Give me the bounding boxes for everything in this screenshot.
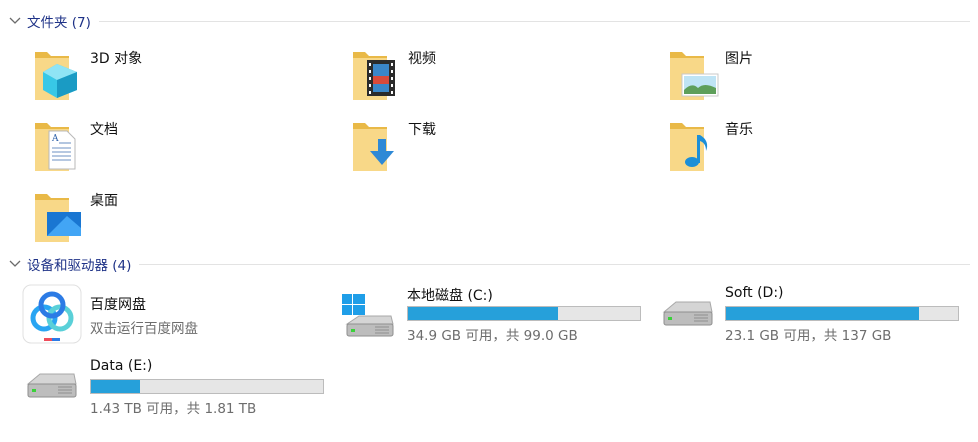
- hard-drive-icon: [24, 370, 78, 414]
- downloads-folder-icon: [351, 117, 399, 177]
- group-divider: [98, 20, 970, 22]
- drive-usage-fill: [408, 307, 559, 320]
- drive-usage-fill: [91, 380, 140, 393]
- drive-usage-bar: [90, 379, 324, 394]
- chevron-down-icon[interactable]: [8, 257, 22, 271]
- app-sublabel: 双击运行百度网盘: [90, 321, 198, 337]
- svg-text:A: A: [51, 134, 59, 144]
- music-folder-icon: [668, 117, 716, 177]
- drive-usage-text: 1.43 TB 可用，共 1.81 TB: [90, 401, 257, 417]
- folder-label: 文档: [90, 122, 118, 138]
- hard-drive-icon: [660, 298, 714, 342]
- app-label: 百度网盘: [90, 297, 146, 313]
- folder-label: 下载: [408, 122, 436, 138]
- folder-label: 音乐: [725, 122, 753, 138]
- baidu-netdisk-app[interactable]: 百度网盘 双击运行百度网盘: [22, 284, 313, 351]
- drive-usage-bar: [407, 306, 641, 321]
- folder-label: 3D 对象: [90, 51, 143, 67]
- documents-folder-icon: A: [33, 117, 81, 177]
- drive-label: Data (E:): [90, 358, 153, 374]
- drive-usage-fill: [726, 307, 919, 320]
- folders-group-title: 文件夹 (7): [27, 15, 91, 31]
- videos-folder-icon: [351, 46, 399, 106]
- drive-d[interactable]: Soft (D:) 23.1 GB 可用，共 137 GB: [662, 285, 968, 349]
- drive-label: 本地磁盘 (C:): [407, 288, 493, 304]
- folder-documents[interactable]: A 文档: [33, 117, 273, 181]
- drive-c[interactable]: 本地磁盘 (C:) 34.9 GB 可用，共 99.0 GB: [342, 285, 650, 349]
- folder-music[interactable]: 音乐: [668, 117, 908, 181]
- drive-usage-text: 23.1 GB 可用，共 137 GB: [725, 328, 892, 344]
- chevron-down-icon[interactable]: [8, 14, 22, 28]
- folder-label: 视频: [408, 51, 436, 67]
- folder-label: 桌面: [90, 193, 118, 209]
- folder-downloads[interactable]: 下载: [351, 117, 591, 181]
- folders-group-header[interactable]: 文件夹 (7): [8, 10, 970, 32]
- 3d-objects-folder-icon: [33, 46, 81, 106]
- devices-group-title: 设备和驱动器 (4): [27, 258, 132, 274]
- folder-desktop[interactable]: 桌面: [33, 188, 273, 252]
- baidu-netdisk-icon: [22, 284, 82, 348]
- pictures-folder-icon: [668, 46, 720, 106]
- drive-label: Soft (D:): [725, 285, 784, 301]
- windows-drive-icon: [341, 294, 395, 344]
- group-divider: [139, 263, 970, 265]
- drive-usage-text: 34.9 GB 可用，共 99.0 GB: [407, 328, 578, 344]
- folder-3d-objects[interactable]: 3D 对象: [33, 46, 273, 110]
- drive-e[interactable]: Data (E:) 1.43 TB 可用，共 1.81 TB: [26, 358, 333, 422]
- folder-label: 图片: [725, 51, 753, 67]
- folder-videos[interactable]: 视频: [351, 46, 591, 110]
- desktop-folder-icon: [33, 188, 83, 248]
- folder-pictures[interactable]: 图片: [668, 46, 908, 110]
- devices-group-header[interactable]: 设备和驱动器 (4): [8, 253, 970, 275]
- drive-usage-bar: [725, 306, 959, 321]
